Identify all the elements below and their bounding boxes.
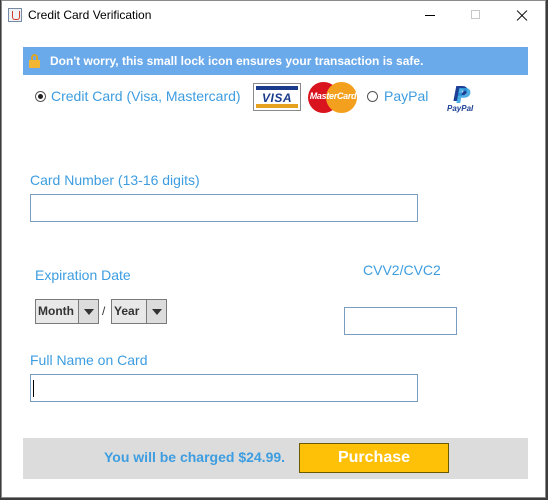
security-notice: Don't worry, this small lock icon ensure… (23, 47, 528, 75)
cvv-input[interactable] (344, 307, 457, 335)
close-button[interactable] (499, 1, 545, 31)
chevron-down-icon[interactable] (146, 300, 166, 323)
visa-logo-text: VISA (261, 91, 292, 105)
maximize-button[interactable] (453, 1, 499, 31)
expiration-date-label: Expiration Date (35, 267, 131, 283)
mastercard-logo-text: MasterCard (309, 91, 357, 101)
month-select-value: Month (38, 304, 74, 318)
window-title: Credit Card Verification (28, 8, 152, 22)
charge-amount-text: You will be charged $24.99. (104, 449, 286, 465)
date-separator: / (102, 304, 106, 318)
paypal-radio[interactable] (367, 91, 378, 102)
java-cup-icon (8, 8, 22, 22)
month-select[interactable]: Month (35, 299, 99, 324)
security-notice-text: Don't worry, this small lock icon ensure… (50, 54, 424, 68)
full-name-label: Full Name on Card (30, 352, 148, 368)
cvv-label: CVV2/CVC2 (363, 262, 441, 278)
lock-icon (29, 54, 40, 68)
card-number-label: Card Number (13-16 digits) (30, 172, 200, 188)
mastercard-logo: MasterCard (308, 82, 358, 114)
text-cursor (33, 380, 34, 397)
paypal-radio-label[interactable]: PayPal (384, 88, 428, 104)
purchase-button[interactable]: Purchase (299, 443, 449, 473)
visa-logo: VISA (253, 83, 301, 111)
credit-card-radio-label[interactable]: Credit Card (Visa, Mastercard) (51, 88, 241, 104)
minimize-button[interactable] (407, 1, 453, 31)
card-number-input[interactable] (30, 194, 418, 222)
chevron-down-icon[interactable] (78, 300, 98, 323)
verification-panel: Don't worry, this small lock icon ensure… (23, 47, 528, 479)
full-name-input[interactable] (30, 374, 418, 402)
title-bar: Credit Card Verification (2, 1, 545, 31)
paypal-logo-text: PayPal (447, 104, 474, 113)
credit-card-radio[interactable] (35, 91, 46, 102)
year-select[interactable]: Year (111, 299, 167, 324)
app-window: Credit Card Verification Don't worry, th… (1, 0, 546, 498)
year-select-value: Year (114, 304, 140, 318)
footer-bar: You will be charged $24.99. Purchase (23, 438, 528, 479)
paypal-logo: PP PayPal (447, 82, 474, 113)
